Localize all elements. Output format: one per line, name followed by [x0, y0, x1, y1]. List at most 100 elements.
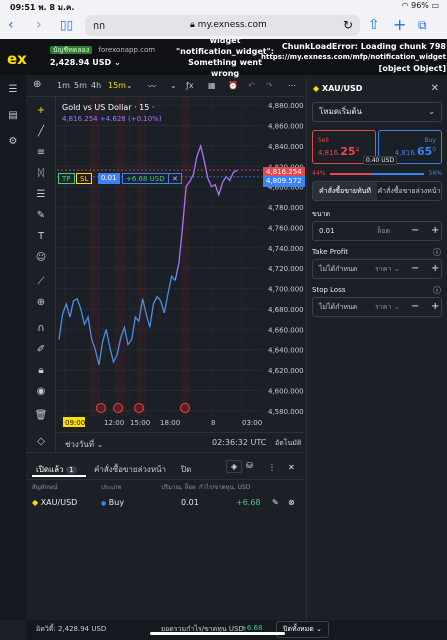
close-icon[interactable]: ✕: [288, 463, 295, 472]
close-all-button[interactable]: ปิดทั้งหมด: [283, 625, 314, 633]
y-tick-label: 4,620.000: [268, 367, 304, 375]
stop-loss-field[interactable]: ไม่ได้กำหนด ราคา ⌄ − +: [312, 297, 442, 317]
pencil-lock-icon[interactable]: ✐: [34, 343, 48, 357]
forward-icon[interactable]: ›: [36, 17, 42, 33]
undo-icon[interactable]: ↶: [248, 81, 255, 90]
take-profit-value[interactable]: ไม่ได้กำหนด: [319, 260, 357, 278]
eye-icon[interactable]: ◉: [34, 385, 48, 399]
share-icon[interactable]: ⇧: [368, 17, 380, 33]
menu-icon[interactable]: ☰: [6, 83, 20, 97]
take-profit-unit[interactable]: ราคา: [375, 260, 391, 278]
alert-icon[interactable]: ⏰: [228, 81, 238, 90]
emoji-icon[interactable]: ☺: [34, 251, 48, 265]
plus-icon[interactable]: +: [431, 298, 439, 316]
book-icon[interactable]: ▯▯: [60, 17, 73, 33]
order-mode-select[interactable]: โหมดเริ่มต้น ⌄: [312, 102, 442, 122]
tab-closed-positions[interactable]: ปิด: [181, 463, 191, 476]
minus-icon[interactable]: −: [411, 222, 419, 240]
more-icon[interactable]: ⋮: [268, 463, 276, 472]
lock-icon: 🔒︎: [190, 20, 195, 30]
timeframe-15m[interactable]: 15m: [108, 81, 126, 90]
back-icon[interactable]: ‹: [8, 17, 14, 33]
stop-loss-unit[interactable]: ราคา: [375, 298, 391, 316]
buy-price-main: 4,816.: [394, 149, 417, 157]
zoom-in-icon[interactable]: ⊕: [34, 296, 48, 310]
total-pnl-value: +6.68: [241, 624, 263, 632]
minus-icon[interactable]: −: [411, 260, 419, 278]
auto-scale-button[interactable]: อัตโนมัติ: [275, 438, 301, 449]
diamond-icon[interactable]: ◇: [34, 435, 48, 449]
close-position-icon[interactable]: ✕: [168, 173, 182, 184]
ruler-icon[interactable]: ⟋: [34, 275, 48, 289]
stop-loss-value[interactable]: ไม่ได้กำหนด: [319, 298, 357, 316]
pattern-icon[interactable]: ᛞ: [34, 167, 48, 181]
reader-button[interactable]: กก: [93, 19, 105, 34]
chevron-down-icon[interactable]: ⌄: [170, 81, 177, 90]
tabs-icon[interactable]: ⧉: [418, 17, 427, 33]
position-sl-button[interactable]: SL: [76, 173, 93, 184]
new-tab-icon[interactable]: +: [393, 17, 406, 33]
settings-icon[interactable]: ⚙: [6, 135, 20, 149]
layout-icon[interactable]: ▦: [208, 81, 216, 90]
volume-value[interactable]: 0.01: [319, 222, 335, 240]
info-icon[interactable]: ⓘ: [433, 247, 441, 258]
tab-pending-order[interactable]: คำสั่งซื้อขายล่วงหน้า: [377, 182, 441, 200]
redo-icon[interactable]: ↷: [266, 81, 273, 90]
text-icon[interactable]: T: [34, 230, 48, 244]
tab-market-order[interactable]: คำสั่งซื้อขายทันที: [313, 182, 377, 200]
add-indicator-icon[interactable]: ⊕: [33, 79, 41, 90]
error-line: ChunkLoadError: Loading chunk 798: [281, 42, 446, 51]
close-icon[interactable]: ✕: [431, 83, 439, 94]
status-time: 09:51: [10, 3, 36, 12]
chevron-down-icon[interactable]: ⌄: [126, 81, 133, 90]
sell-price-big: 25: [340, 145, 356, 158]
horizontal-lines-icon[interactable]: ≡: [34, 146, 48, 160]
date-range-button[interactable]: ช่วงวันที่: [65, 440, 94, 449]
more-icon[interactable]: ⋯: [288, 81, 296, 90]
reload-icon[interactable]: ↻: [343, 18, 353, 32]
group-view-icon[interactable]: ◈: [226, 460, 243, 473]
take-profit-field[interactable]: ไม่ได้กำหนด ราคา ⌄ − +: [312, 259, 442, 279]
crosshair-icon[interactable]: +: [34, 104, 48, 118]
timeframe-4h[interactable]: 4h: [91, 81, 101, 90]
indicators-icon[interactable]: ƒx: [186, 81, 194, 90]
tab-pending-orders[interactable]: คำสั่งซื้อขายล่วงหน้า: [94, 463, 166, 476]
chart-legend-title: Gold vs US Dollar · 15 ·: [62, 103, 155, 112]
close-circle-icon[interactable]: ⊗: [288, 498, 295, 507]
brush-icon[interactable]: ✎: [34, 209, 48, 223]
position-volume[interactable]: 0.01: [98, 173, 120, 184]
x-tick-label: 8: [211, 419, 215, 427]
chart-legend-values: 4,816.254 +4.628 (+0.10%): [62, 115, 162, 123]
timeframe-5m[interactable]: 5m: [74, 81, 87, 90]
info-icon[interactable]: ⓘ: [433, 285, 441, 296]
trendline-icon[interactable]: ╱: [34, 125, 48, 139]
account-type-badge[interactable]: บัญชีทดลอง: [50, 46, 93, 54]
price-chart[interactable]: 4,880.0004,860.0004,840.0004,820.0004,80…: [57, 97, 305, 432]
plus-icon[interactable]: +: [431, 260, 439, 278]
lock-icon[interactable]: 🔒︎: [34, 364, 48, 378]
edit-icon[interactable]: ✎: [272, 498, 279, 507]
spread-badge: 0.40 USD: [363, 156, 398, 165]
address-bar[interactable]: กก 🔒︎ my.exness.com ↻: [85, 15, 360, 36]
chart-type-icon[interactable]: 〰: [148, 81, 156, 92]
position-symbol: XAU/USD: [40, 498, 78, 507]
calendar-icon[interactable]: ▤: [6, 109, 20, 123]
trash-icon[interactable]: 🗑︎: [34, 409, 48, 423]
fibonacci-icon[interactable]: ☰: [34, 188, 48, 202]
ask-price-label: 4,809.572: [263, 176, 305, 187]
buy-dot-icon: ●: [101, 500, 107, 507]
volume-field[interactable]: 0.01 ล็อต − +: [312, 221, 442, 241]
minus-icon[interactable]: −: [411, 298, 419, 316]
event-marker: [113, 403, 123, 413]
magnet-icon[interactable]: ∩: [34, 322, 48, 336]
timeframe-1m[interactable]: 1m: [57, 81, 70, 90]
y-tick-label: 4,720.000: [268, 265, 304, 273]
open-count-badge: 1: [66, 466, 77, 474]
account-footer: อิควิตี้: 2,428.94 USD ยอดรวมกำไร/ขาดทุน…: [26, 620, 447, 640]
y-tick-label: 4,700.000: [268, 286, 304, 294]
layers-icon[interactable]: ⛁: [244, 460, 255, 471]
position-pnl-cell: +6.68: [236, 498, 261, 507]
position-tp-button[interactable]: TP: [58, 173, 75, 184]
plus-icon[interactable]: +: [431, 222, 439, 240]
chevron-down-icon: ⌄: [394, 303, 400, 311]
